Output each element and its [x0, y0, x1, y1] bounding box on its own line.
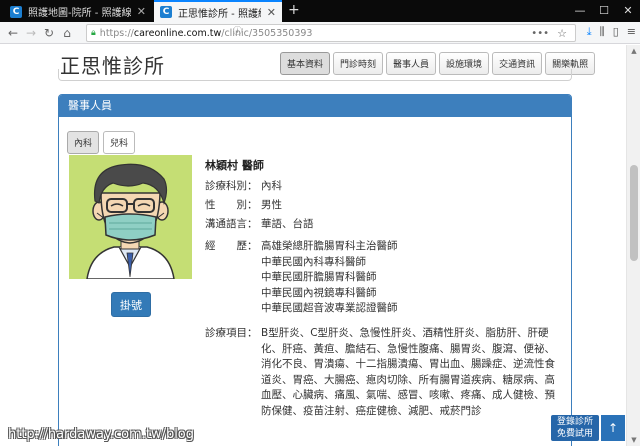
treatment-label: 診療項目：: [205, 327, 258, 339]
treatment-items: B型肝炎、C型肝炎、急慢性肝炎、酒精性肝炎、脂肪肝、肝硬化、肝癌、黃疸、膽結石、…: [261, 327, 555, 417]
window-controls: — ☐ ✕: [568, 0, 640, 22]
arrow-right-icon[interactable]: →: [22, 26, 40, 40]
page-scrollbar[interactable]: ▲ ▼: [626, 45, 640, 446]
careonline-favicon-icon: C: [10, 5, 22, 18]
gender-label: 性 別：: [205, 199, 258, 211]
library-icon[interactable]: ⫼: [600, 25, 605, 39]
close-tab-icon[interactable]: ✕: [137, 5, 146, 18]
page-actions-icon[interactable]: •••: [531, 28, 549, 39]
experience-item: 中華民國內視鏡專科醫師: [261, 286, 377, 299]
browser-nav-bar: ← → ↻ ⌂ ⓘ 🔒︎ https:// careonline.com.tw …: [0, 22, 640, 44]
scroll-up-icon[interactable]: ▲: [627, 47, 640, 55]
department-value: 內科: [261, 180, 282, 192]
register-clinic-button[interactable]: 登錄診所 免費試用: [551, 415, 599, 441]
department-tabs: 內科 兒科: [67, 131, 136, 154]
experience-label: 經 歷：: [205, 240, 258, 252]
doctor-treatment-row: 診療項目： B型肝炎、C型肝炎、急慢性肝炎、酒精性肝炎、脂肪肝、肝硬化、肝癌、黃疸…: [205, 326, 561, 420]
bookmark-star-icon[interactable]: ☆: [557, 27, 567, 40]
promo-line: 登錄診所: [556, 417, 593, 427]
web-page: 正思惟診所 基本資料 門診時刻 醫事人員 設施環境 交通資訊 關樂軌照 醫事人員…: [0, 45, 626, 446]
book-appointment-button[interactable]: 掛號: [111, 292, 151, 317]
careonline-favicon-icon: C: [160, 6, 172, 18]
home-icon[interactable]: ⌂: [58, 26, 76, 40]
doctor-language-row: 溝通語言： 華語、台語: [205, 217, 314, 233]
menu-icon[interactable]: ≡: [627, 25, 636, 39]
doctor-illustration-icon: [86, 163, 175, 279]
language-value: 華語、台語: [261, 218, 314, 230]
arrow-left-icon[interactable]: ←: [4, 26, 22, 40]
tab-clinic-page[interactable]: C 正思惟診所 - 照護線上 ✕: [154, 0, 282, 22]
doctor-experience-row: 經 歷： 高雄榮總肝膽腸胃科主治醫師 中華民國內科專科醫師 中華民國肝膽腸胃科醫…: [205, 239, 398, 317]
reload-icon[interactable]: ↻: [40, 26, 58, 40]
blog-watermark: http://hardaway.com.tw/blog: [8, 427, 195, 442]
minimize-icon[interactable]: —: [568, 0, 592, 22]
toolbar-right: ⤓ ⫼ ▯ ≡: [587, 25, 636, 39]
lock-icon: 🔒︎: [91, 28, 96, 38]
download-icon[interactable]: ⤓: [587, 25, 592, 39]
browser-tab-bar: C 照護地圖-院所 - 照護線上 ✕ C 正思惟診所 - 照護線上 ✕ + — …: [0, 0, 640, 22]
panel-header: 醫事人員: [59, 95, 571, 117]
medical-staff-panel: 醫事人員 內科 兒科 掛號 林穎村 醫師 診療科別： 內科 性 別： 男性 溝通…: [58, 94, 572, 446]
url-scheme: https://: [99, 27, 134, 39]
url-host: careonline.com.tw: [133, 27, 222, 39]
tab-pediatrics[interactable]: 兒科: [103, 131, 136, 154]
tab-internal-medicine[interactable]: 內科: [67, 131, 100, 154]
previous-panel-bottom: [58, 69, 572, 81]
info-icon[interactable]: ⓘ: [233, 25, 242, 41]
doctor-name: 林穎村 醫師: [205, 159, 264, 172]
experience-list: 高雄榮總肝膽腸胃科主治醫師 中華民國內科專科醫師 中華民國肝膽腸胃科醫師 中華民…: [261, 239, 398, 317]
gender-value: 男性: [261, 199, 282, 211]
tab-clinic-map[interactable]: C 照護地圖-院所 - 照護線上 ✕: [4, 1, 152, 22]
close-window-icon[interactable]: ✕: [616, 0, 640, 22]
experience-item: 中華民國超音波專業認證醫師: [261, 302, 398, 315]
maximize-icon[interactable]: ☐: [592, 0, 616, 22]
doctor-department-row: 診療科別： 內科: [205, 179, 282, 195]
sidebar-icon[interactable]: ▯: [613, 25, 619, 39]
doctor-gender-row: 性 別： 男性: [205, 198, 282, 214]
address-bar[interactable]: ⓘ 🔒︎ https:// careonline.com.tw /clinic/…: [86, 24, 576, 42]
scrollbar-thumb[interactable]: [630, 165, 638, 261]
promo-line: 免費試用: [556, 429, 593, 439]
tab-title: 正思惟診所 - 照護線上: [178, 8, 261, 20]
new-tab-icon[interactable]: +: [288, 2, 300, 18]
language-label: 溝通語言：: [205, 218, 258, 230]
experience-item: 中華民國肝膽腸胃科醫師: [261, 271, 377, 284]
experience-item: 中華民國內科專科醫師: [261, 255, 366, 268]
department-label: 診療科別：: [205, 180, 258, 192]
tab-title: 照護地圖-院所 - 照護線上: [28, 8, 131, 19]
back-to-top-button[interactable]: ↑: [601, 415, 625, 441]
scroll-down-icon[interactable]: ▼: [627, 436, 640, 444]
close-tab-icon[interactable]: ✕: [267, 6, 276, 19]
experience-item: 高雄榮總肝膽腸胃科主治醫師: [261, 240, 398, 252]
doctor-avatar: [69, 155, 192, 279]
